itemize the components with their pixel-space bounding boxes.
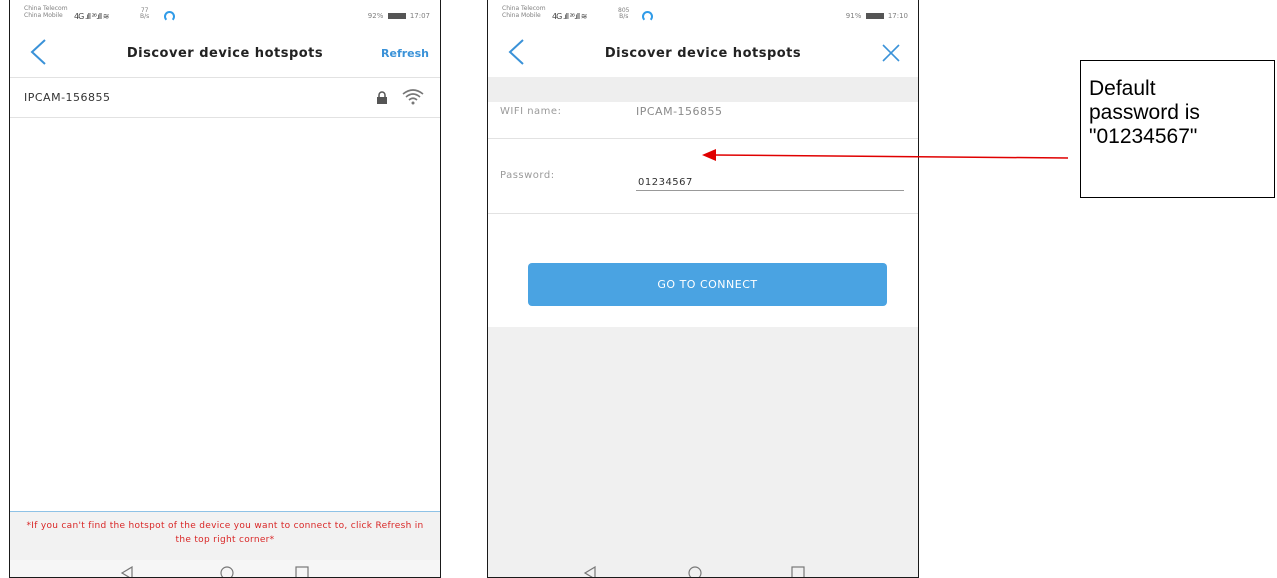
callout-line: password is [1089, 101, 1200, 124]
battery-percent: 91% [845, 12, 862, 20]
sync-icon [164, 11, 175, 22]
callout-line: "01234567" [1089, 125, 1198, 148]
phone-screen-connect: China Telecom China Mobile 4G .ıll ²⁶.ıl… [487, 0, 919, 578]
hint-text: *If you can't find the hotspot of the de… [26, 521, 424, 545]
page-title: Discover device hotspots [604, 46, 802, 61]
signal-icon: 4G .ıll ²⁶.ıll ≋ [552, 12, 587, 21]
clock-time: 17:07 [409, 12, 430, 20]
red-arrow [702, 149, 1069, 161]
network-speed: 77 B/s [140, 8, 149, 20]
callout-line: Default [1089, 77, 1156, 100]
battery-icon [387, 13, 406, 19]
speed-unit: B/s [619, 13, 629, 20]
phone-screen-hotspot-list: China Telecom China Mobile 4G .ıll ²⁶.ıl… [9, 0, 441, 578]
lock-icon [377, 91, 387, 104]
refresh-button[interactable]: Refresh [381, 47, 429, 60]
divider [10, 77, 440, 78]
carrier-top: China Telecom [24, 5, 68, 12]
status-bar: China Telecom China Mobile 4G .ıll ²⁶.ıl… [488, 0, 918, 28]
close-icon[interactable] [880, 42, 902, 64]
sync-icon [642, 11, 653, 22]
divider [488, 213, 918, 214]
footer: *If you can't find the hotspot of the de… [10, 512, 440, 560]
status-bar: China Telecom China Mobile 4G .ıll ²⁶.ıl… [10, 0, 440, 28]
nav-recents-icon[interactable] [791, 566, 805, 578]
signal-icon: 4G .ıll ²⁶.ıll ≋ [74, 12, 109, 21]
hotspot-list-item[interactable]: IPCAM-156855 [10, 79, 440, 117]
section-separator [488, 77, 918, 102]
clock-time: 17:10 [887, 12, 908, 20]
title-bar: Discover device hotspots Refresh [10, 32, 440, 77]
nav-back-icon[interactable] [583, 566, 597, 578]
carrier-top: China Telecom [502, 5, 546, 12]
battery-icon [865, 13, 884, 19]
title-bar: Discover device hotspots [488, 32, 918, 77]
wifi-icon [402, 89, 424, 105]
battery-time: 91% 17:10 [846, 12, 908, 20]
speed-unit: B/s [140, 13, 150, 20]
network-speed: 805 B/s [618, 8, 629, 20]
battery-percent: 92% [367, 12, 384, 20]
callout-box: Default password is "01234567" [1080, 60, 1275, 198]
go-to-connect-button[interactable]: GO TO CONNECT [528, 263, 887, 306]
empty-area [488, 327, 918, 577]
page-title: Discover device hotspots [126, 46, 324, 61]
system-nav-bar [488, 560, 918, 578]
battery-time: 92% 17:07 [368, 12, 430, 20]
divider [10, 117, 440, 118]
password-input[interactable] [636, 175, 904, 191]
wifi-name-value: IPCAM-156855 [636, 105, 723, 118]
nav-home-icon[interactable] [688, 566, 702, 578]
divider [488, 138, 918, 139]
wifi-name-label: WIFI name: [500, 106, 562, 117]
hotspot-name: IPCAM-156855 [24, 91, 111, 104]
password-label: Password: [500, 170, 555, 181]
system-nav-bar [10, 560, 440, 578]
nav-recents-icon[interactable] [295, 566, 309, 578]
nav-back-icon[interactable] [120, 566, 134, 578]
nav-home-icon[interactable] [220, 566, 234, 578]
